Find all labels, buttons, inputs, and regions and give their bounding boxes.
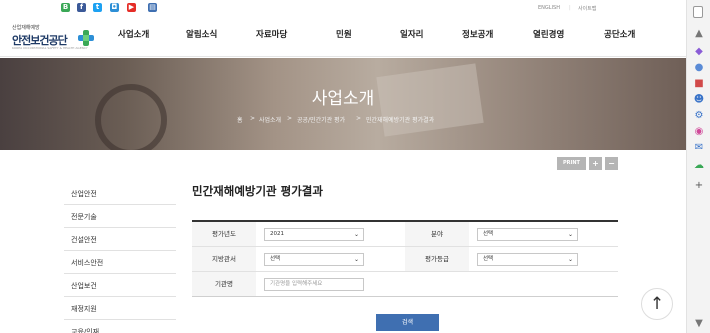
scroll-thumb[interactable] <box>693 6 703 18</box>
content-title: 민간재해예방기관 평가결과 <box>192 184 323 198</box>
instagram-icon[interactable]: ◘ <box>110 3 119 12</box>
twitter-icon[interactable]: t <box>93 3 102 12</box>
chevron-down-icon: ⌄ <box>353 231 359 238</box>
year-label: 평가년도 <box>192 222 256 246</box>
record-icon[interactable]: ◉ <box>693 126 705 138</box>
lnb-item-education[interactable]: 교육/인재 <box>64 321 176 333</box>
scroll-top-button[interactable]: ↑ <box>641 288 673 320</box>
utility-bar: B f t ◘ ▶ ▤ ENGLISH | 사이트맵 <box>61 3 597 12</box>
form-row: 기관명 기관명을 입력해주세요 <box>192 272 618 297</box>
logo-english: KOREA OCCUPATIONAL SAFETY & HEALTH AGENC… <box>12 46 88 50</box>
menu-about[interactable]: 공단소개 <box>604 28 635 40</box>
region-label: 지방관서 <box>192 247 256 271</box>
lnb-item-technical[interactable]: 전문기술 <box>64 206 176 228</box>
year-select[interactable]: 2021 ⌄ <box>264 228 364 241</box>
logo-cross-icon <box>78 30 94 46</box>
cloud-icon[interactable]: ☁ <box>693 160 705 172</box>
settings-icon[interactable]: ⚙ <box>693 110 705 122</box>
menu-business[interactable]: 사업소개 <box>118 28 149 40</box>
scroll-down-icon[interactable]: ▼ <box>693 318 705 330</box>
search-button[interactable]: 검색 <box>376 314 439 331</box>
side-toolbar: ▲ ◆ ● ■ ☻ ⚙ ◉ ✉ ☁ + ▼ <box>686 0 710 333</box>
menu-jobs[interactable]: 일자리 <box>400 28 423 40</box>
sitemap-link[interactable]: 사이트맵 <box>578 5 596 12</box>
blog-icon[interactable]: B <box>61 3 70 12</box>
menu-open-management[interactable]: 열린경영 <box>533 28 564 40</box>
form-row: 평가년도 2021 ⌄ 분야 선택 ⌄ <box>192 222 618 247</box>
webzine-icon[interactable]: ▤ <box>148 3 157 12</box>
gem-icon[interactable]: ◆ <box>693 46 705 58</box>
logo-subtitle: 산업재해예방 <box>12 25 40 31</box>
chevron-down-icon: ⌄ <box>567 256 573 263</box>
chevron-down-icon: ⌄ <box>567 231 573 238</box>
page-title: 사업소개 <box>311 89 375 109</box>
facebook-icon[interactable]: f <box>77 3 86 12</box>
briefcase-icon[interactable]: ■ <box>693 78 705 90</box>
sub-visual-banner: 사업소개 홈 > 사업소개 > 공공/민간기관 평가 > 민간재해예방기관 평가… <box>0 58 686 150</box>
english-link[interactable]: ENGLISH <box>538 5 560 11</box>
search-form: 평가년도 2021 ⌄ 분야 선택 ⌄ 지방관서 선택 ⌄ 평가등급 선택 ⌄ 기관명 … <box>192 220 618 297</box>
breadcrumb-business[interactable]: 사업소개 <box>259 115 281 124</box>
search-icon[interactable]: ▲ <box>693 28 705 40</box>
chevron-down-icon: ⌄ <box>353 256 359 263</box>
grade-select[interactable]: 선택 ⌄ <box>477 253 578 266</box>
person-icon[interactable]: ☻ <box>693 94 705 106</box>
print-button[interactable]: PRINT <box>557 157 586 170</box>
grade-label: 평가등급 <box>405 247 469 271</box>
menu-data[interactable]: 자료마당 <box>256 28 287 40</box>
add-icon[interactable]: + <box>693 180 705 192</box>
field-select[interactable]: 선택 ⌄ <box>477 228 578 241</box>
zoom-out-button[interactable]: − <box>605 157 618 170</box>
youtube-icon[interactable]: ▶ <box>127 3 136 12</box>
circle-icon[interactable]: ● <box>693 62 705 74</box>
breadcrumb-evaluation[interactable]: 공공/민간기관 평가 <box>297 115 345 124</box>
org-name-input[interactable]: 기관명을 입력해주세요 <box>264 278 364 291</box>
breadcrumb-home[interactable]: 홈 <box>237 115 243 124</box>
field-label: 분야 <box>405 222 469 246</box>
lnb-item-construction[interactable]: 건설안전 <box>64 229 176 251</box>
mail-icon[interactable]: ✉ <box>693 142 705 154</box>
lnb-item-health[interactable]: 산업보건 <box>64 275 176 297</box>
region-select[interactable]: 선택 ⌄ <box>264 253 364 266</box>
zoom-in-button[interactable]: + <box>589 157 602 170</box>
menu-info-disclosure[interactable]: 정보공개 <box>462 28 493 40</box>
org-label: 기관명 <box>192 272 256 296</box>
main-navigation: 산업재해예방 안전보건공단 KOREA OCCUPATIONAL SAFETY … <box>0 15 686 57</box>
form-row: 지방관서 선택 ⌄ 평가등급 선택 ⌄ <box>192 247 618 272</box>
breadcrumb-current[interactable]: 민간재해예방기관 평가결과 <box>366 115 434 124</box>
menu-news[interactable]: 알림소식 <box>186 28 217 40</box>
menu-civil[interactable]: 민원 <box>336 28 352 40</box>
logo[interactable]: 산업재해예방 안전보건공단 KOREA OCCUPATIONAL SAFETY … <box>10 22 100 52</box>
lnb-item-service[interactable]: 서비스안전 <box>64 252 176 274</box>
lnb-item-industrial-safety[interactable]: 산업안전 <box>64 183 176 205</box>
lnb-item-financial[interactable]: 재정지원 <box>64 298 176 320</box>
